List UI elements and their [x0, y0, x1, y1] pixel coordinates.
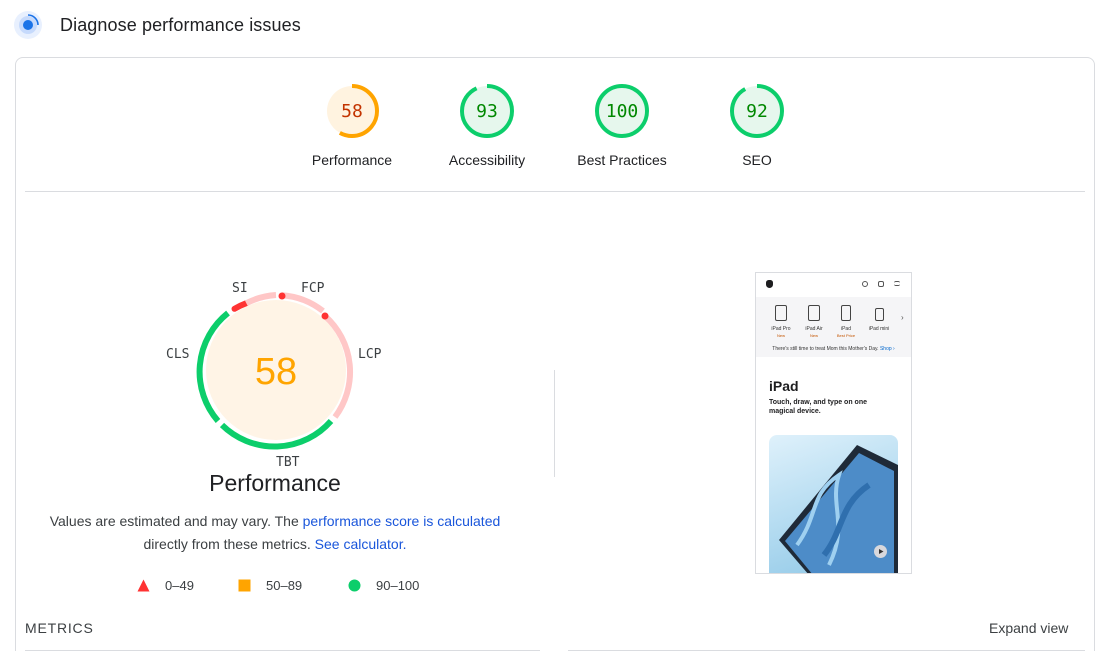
performance-title: Performance	[209, 470, 341, 496]
section-header: Diagnose performance issues	[0, 0, 1109, 52]
performance-score-link[interactable]: performance score is calculated	[303, 513, 501, 529]
gauge-seo-label: SEO	[742, 152, 772, 168]
thumb-nav	[756, 273, 911, 297]
thumb-subheading: Touch, draw, and type on one magical dev…	[769, 399, 868, 415]
page-screenshot-thumbnail[interactable]: iPad Pro New iPad Air New iPad Best Pric…	[755, 272, 912, 574]
thumb-product: iPad Air New	[799, 303, 829, 343]
ipad-hero-image	[769, 435, 898, 573]
triangle-icon	[137, 579, 150, 592]
search-icon	[862, 281, 868, 287]
ipad-mini-device-icon	[875, 308, 884, 321]
circle-icon	[348, 579, 361, 592]
score-legend: 0–49 50–89 90–100	[137, 577, 437, 595]
gauge-performance-label: Performance	[311, 152, 393, 168]
performance-big-score: 58	[255, 351, 297, 393]
gauge-performance-score: 58	[341, 101, 363, 122]
page-title: Diagnose performance issues	[60, 15, 301, 35]
gauge-best-practices-score: 100	[606, 101, 639, 122]
legend-fail-label: 0–49	[165, 578, 194, 593]
expand-view-toggle[interactable]: Expand view	[989, 620, 1068, 636]
desc-text-2: directly from these metrics.	[143, 536, 315, 552]
bag-icon	[878, 281, 884, 287]
gauge-best-practices-ring: 100	[595, 84, 649, 138]
gauge-seo[interactable]: 92 SEO	[697, 84, 817, 174]
gauge-accessibility-label: Accessibility	[448, 152, 526, 168]
performance-gauge-svg: 58	[196, 292, 354, 450]
desc-text-1: Values are estimated and may vary. The	[49, 513, 303, 529]
thumb-product: iPad Pro New	[766, 303, 796, 343]
ipad-device-icon	[841, 305, 851, 321]
performance-metric-gauge: 58 SI FCP LCP TBT CLS	[160, 270, 400, 480]
segment-fcp-dot	[278, 292, 286, 300]
ipad-air-device-icon	[808, 305, 820, 321]
metric-tag-cls: CLS	[166, 347, 190, 362]
gauge-seo-score: 92	[746, 101, 768, 122]
metric-tag-tbt: TBT	[276, 455, 300, 470]
category-gauges: 58 Performance 93 Accessibility 100 Best…	[290, 84, 810, 174]
vertical-divider	[554, 370, 555, 477]
gauges-divider	[25, 191, 1085, 192]
thumb-heading: iPad	[769, 378, 799, 394]
metric-tag-si: SI	[232, 281, 248, 296]
gauge-accessibility[interactable]: 93 Accessibility	[427, 84, 547, 174]
apple-logo-icon	[766, 280, 773, 288]
gauge-accessibility-ring: 93	[460, 84, 514, 138]
gauge-performance[interactable]: 58 Performance	[292, 84, 412, 174]
gauge-performance-ring: 58	[325, 84, 379, 138]
gauge-best-practices[interactable]: 100 Best Practices	[562, 84, 682, 174]
square-icon	[238, 579, 251, 592]
thumb-product: iPad Best Price	[831, 303, 861, 343]
metric-tag-lcp: LCP	[358, 347, 382, 362]
chevron-right-icon: ›	[901, 313, 904, 322]
segment-lcp-dot	[321, 312, 329, 320]
lighthouse-target-icon	[14, 11, 42, 39]
legend-pass-label: 90–100	[376, 578, 420, 593]
legend-average-label: 50–89	[266, 578, 303, 593]
metric-tag-fcp: FCP	[301, 281, 325, 296]
performance-description: Values are estimated and may vary. The p…	[30, 510, 520, 556]
gauge-seo-ring: 92	[730, 84, 784, 138]
see-calculator-link[interactable]: See calculator.	[315, 536, 407, 552]
thumb-banner: There's still time to treat Mom this Mot…	[756, 341, 911, 357]
gauge-best-practices-label: Best Practices	[577, 152, 667, 168]
gauge-accessibility-score: 93	[476, 101, 498, 122]
play-icon	[874, 545, 887, 558]
metrics-section-label: METRICS	[25, 620, 94, 636]
menu-icon	[894, 281, 900, 286]
thumb-product: iPad mini	[864, 303, 894, 343]
ipad-pro-device-icon	[775, 305, 787, 321]
